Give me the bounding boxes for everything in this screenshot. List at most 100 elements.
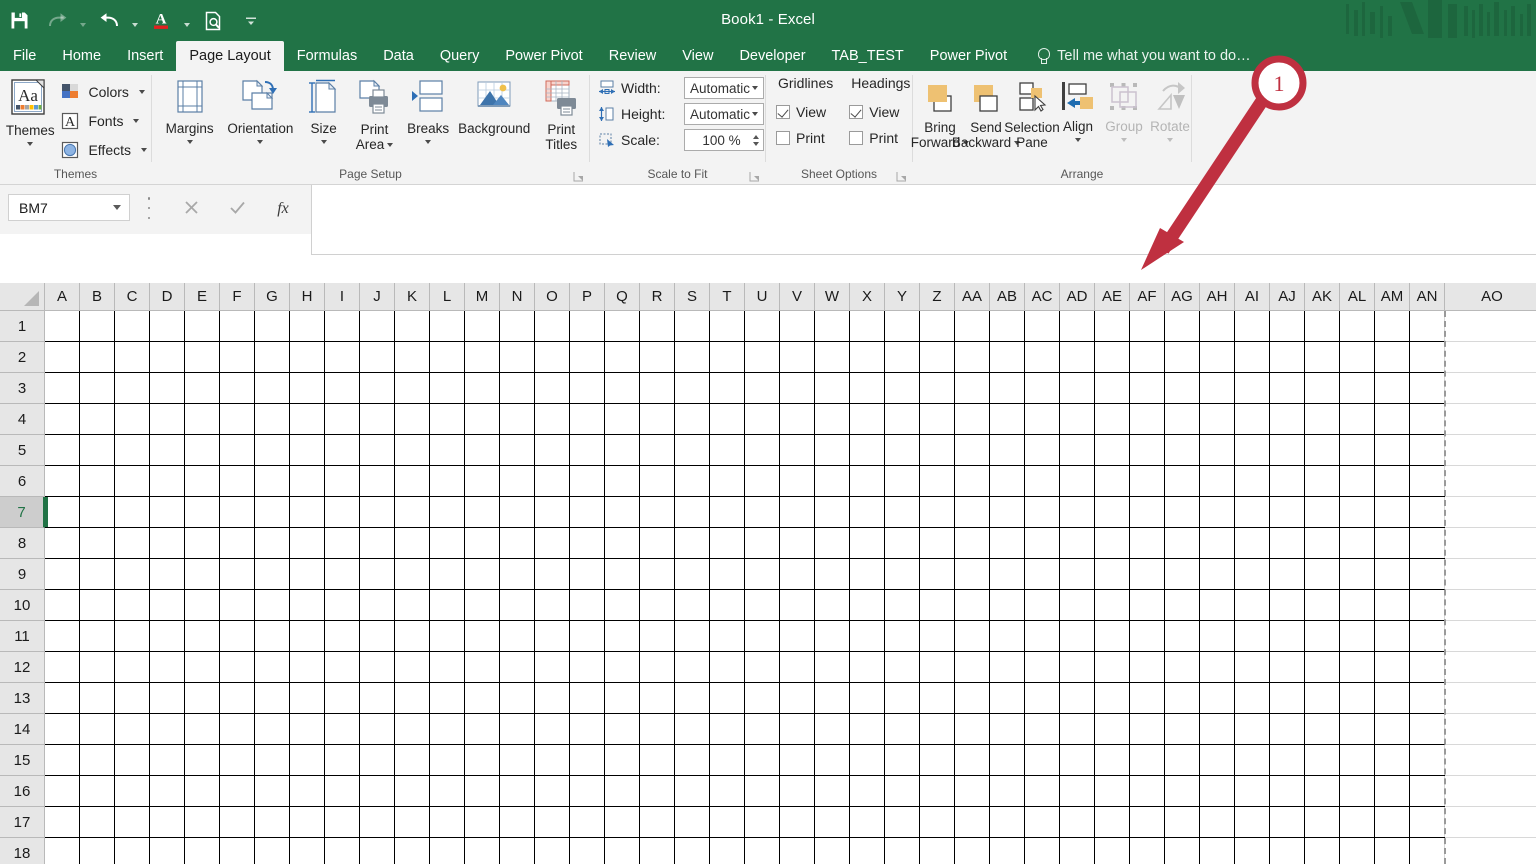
row-header-13[interactable]: 13 <box>0 683 45 714</box>
select-all-corner[interactable] <box>0 283 45 311</box>
row-header-18[interactable]: 18 <box>0 838 45 864</box>
row-header-17[interactable]: 17 <box>0 807 45 838</box>
align-dropdown-icon[interactable] <box>1075 138 1081 142</box>
column-header-F[interactable]: F <box>220 283 255 311</box>
selection-pane-button[interactable]: Selection Pane <box>1004 77 1060 150</box>
column-header-H[interactable]: H <box>290 283 325 311</box>
row-header-12[interactable]: 12 <box>0 652 45 683</box>
column-header-AI[interactable]: AI <box>1235 283 1270 311</box>
send-backward-button[interactable]: Send Backward <box>952 77 1021 150</box>
cancel-x-icon[interactable] <box>168 194 214 221</box>
headings-print-box[interactable] <box>849 131 864 145</box>
column-header-AE[interactable]: AE <box>1095 283 1130 311</box>
width-combo[interactable]: Automatic <box>684 77 764 99</box>
insert-function-icon[interactable]: fx <box>260 194 306 221</box>
column-header-L[interactable]: L <box>430 283 465 311</box>
colors-button[interactable]: Colors <box>56 78 151 106</box>
tab-power-pivot-2[interactable]: Power Pivot <box>917 41 1020 71</box>
margins-button[interactable]: Margins <box>158 77 221 144</box>
headings-view-checkbox[interactable]: View <box>849 99 910 125</box>
scale-spinner-buttons[interactable] <box>753 134 761 146</box>
row-header-10[interactable]: 10 <box>0 590 45 621</box>
column-header-A[interactable]: A <box>45 283 80 311</box>
row-header-2[interactable]: 2 <box>0 342 45 373</box>
sheet-options-dialog-launcher[interactable] <box>896 171 907 182</box>
column-header-P[interactable]: P <box>570 283 605 311</box>
formula-input[interactable] <box>311 185 1536 255</box>
row-header-3[interactable]: 3 <box>0 373 45 404</box>
column-header-G[interactable]: G <box>255 283 290 311</box>
colors-dropdown-icon[interactable] <box>138 90 145 94</box>
tab-view[interactable]: View <box>669 41 726 71</box>
align-button[interactable]: Align <box>1055 77 1101 142</box>
orientation-dropdown-icon[interactable] <box>257 140 264 144</box>
column-header-E[interactable]: E <box>185 283 220 311</box>
margins-dropdown-icon[interactable] <box>186 140 193 144</box>
row-header-6[interactable]: 6 <box>0 466 45 497</box>
row-header-4[interactable]: 4 <box>0 404 45 435</box>
fonts-dropdown-icon[interactable] <box>133 119 140 123</box>
row-header-14[interactable]: 14 <box>0 714 45 745</box>
row-header-8[interactable]: 8 <box>0 528 45 559</box>
print-area-button[interactable]: Print Area <box>348 77 402 152</box>
tab-formulas[interactable]: Formulas <box>284 41 370 71</box>
column-header-AA[interactable]: AA <box>955 283 990 311</box>
tab-data[interactable]: Data <box>370 41 427 71</box>
effects-dropdown-icon[interactable] <box>141 148 147 152</box>
print-titles-button[interactable]: Print Titles <box>533 77 589 152</box>
headings-view-box[interactable] <box>849 105 864 119</box>
name-box-dropdown-icon[interactable] <box>113 205 121 210</box>
tab-insert[interactable]: Insert <box>114 41 176 71</box>
column-header-S[interactable]: S <box>675 283 710 311</box>
tab-developer[interactable]: Developer <box>726 41 818 71</box>
headings-print-checkbox[interactable]: Print <box>849 125 910 151</box>
column-header-AJ[interactable]: AJ <box>1270 283 1305 311</box>
column-header-V[interactable]: V <box>780 283 815 311</box>
column-header-N[interactable]: N <box>500 283 535 311</box>
height-combo[interactable]: Automatic <box>684 103 764 125</box>
gridlines-view-box[interactable] <box>776 105 790 119</box>
column-header-O[interactable]: O <box>535 283 570 311</box>
row-header-7[interactable]: 7 <box>0 497 45 528</box>
width-dropdown-icon[interactable] <box>752 86 758 90</box>
column-header-AM[interactable]: AM <box>1375 283 1410 311</box>
print-area-dropdown-icon[interactable] <box>387 142 394 147</box>
column-header-AF[interactable]: AF <box>1130 283 1165 311</box>
tab-power-pivot[interactable]: Power Pivot <box>492 41 595 71</box>
size-dropdown-icon[interactable] <box>320 140 327 144</box>
enter-check-icon[interactable] <box>214 194 260 221</box>
column-header-D[interactable]: D <box>150 283 185 311</box>
column-header-Y[interactable]: Y <box>885 283 920 311</box>
gridlines-print-box[interactable] <box>776 131 790 145</box>
column-header-AG[interactable]: AG <box>1165 283 1200 311</box>
column-header-AL[interactable]: AL <box>1340 283 1375 311</box>
orientation-button[interactable]: Orientation <box>221 77 299 144</box>
column-header-X[interactable]: X <box>850 283 885 311</box>
tab-tab-test[interactable]: TAB_TEST <box>819 41 917 71</box>
column-header-AO[interactable]: AO <box>1445 283 1536 311</box>
gridlines-view-checkbox[interactable]: View <box>776 99 833 125</box>
column-header-AD[interactable]: AD <box>1060 283 1095 311</box>
column-header-AN[interactable]: AN <box>1410 283 1445 311</box>
size-button[interactable]: Size <box>300 77 348 144</box>
column-header-C[interactable]: C <box>115 283 150 311</box>
tab-page-layout[interactable]: Page Layout <box>176 41 284 71</box>
column-header-B[interactable]: B <box>80 283 115 311</box>
column-header-AH[interactable]: AH <box>1200 283 1235 311</box>
column-header-M[interactable]: M <box>465 283 500 311</box>
row-header-9[interactable]: 9 <box>0 559 45 590</box>
column-header-Z[interactable]: Z <box>920 283 955 311</box>
row-header-16[interactable]: 16 <box>0 776 45 807</box>
tell-me-search[interactable]: Tell me what you want to do… <box>1020 41 1262 71</box>
height-dropdown-icon[interactable] <box>752 112 758 116</box>
column-header-U[interactable]: U <box>745 283 780 311</box>
column-header-I[interactable]: I <box>325 283 360 311</box>
column-header-J[interactable]: J <box>360 283 395 311</box>
column-header-R[interactable]: R <box>640 283 675 311</box>
row-header-11[interactable]: 11 <box>0 621 45 652</box>
scale-spinner[interactable]: 100 % <box>684 129 764 151</box>
row-header-1[interactable]: 1 <box>0 311 45 342</box>
column-header-Q[interactable]: Q <box>605 283 640 311</box>
row-header-5[interactable]: 5 <box>0 435 45 466</box>
breaks-dropdown-icon[interactable] <box>425 140 432 144</box>
